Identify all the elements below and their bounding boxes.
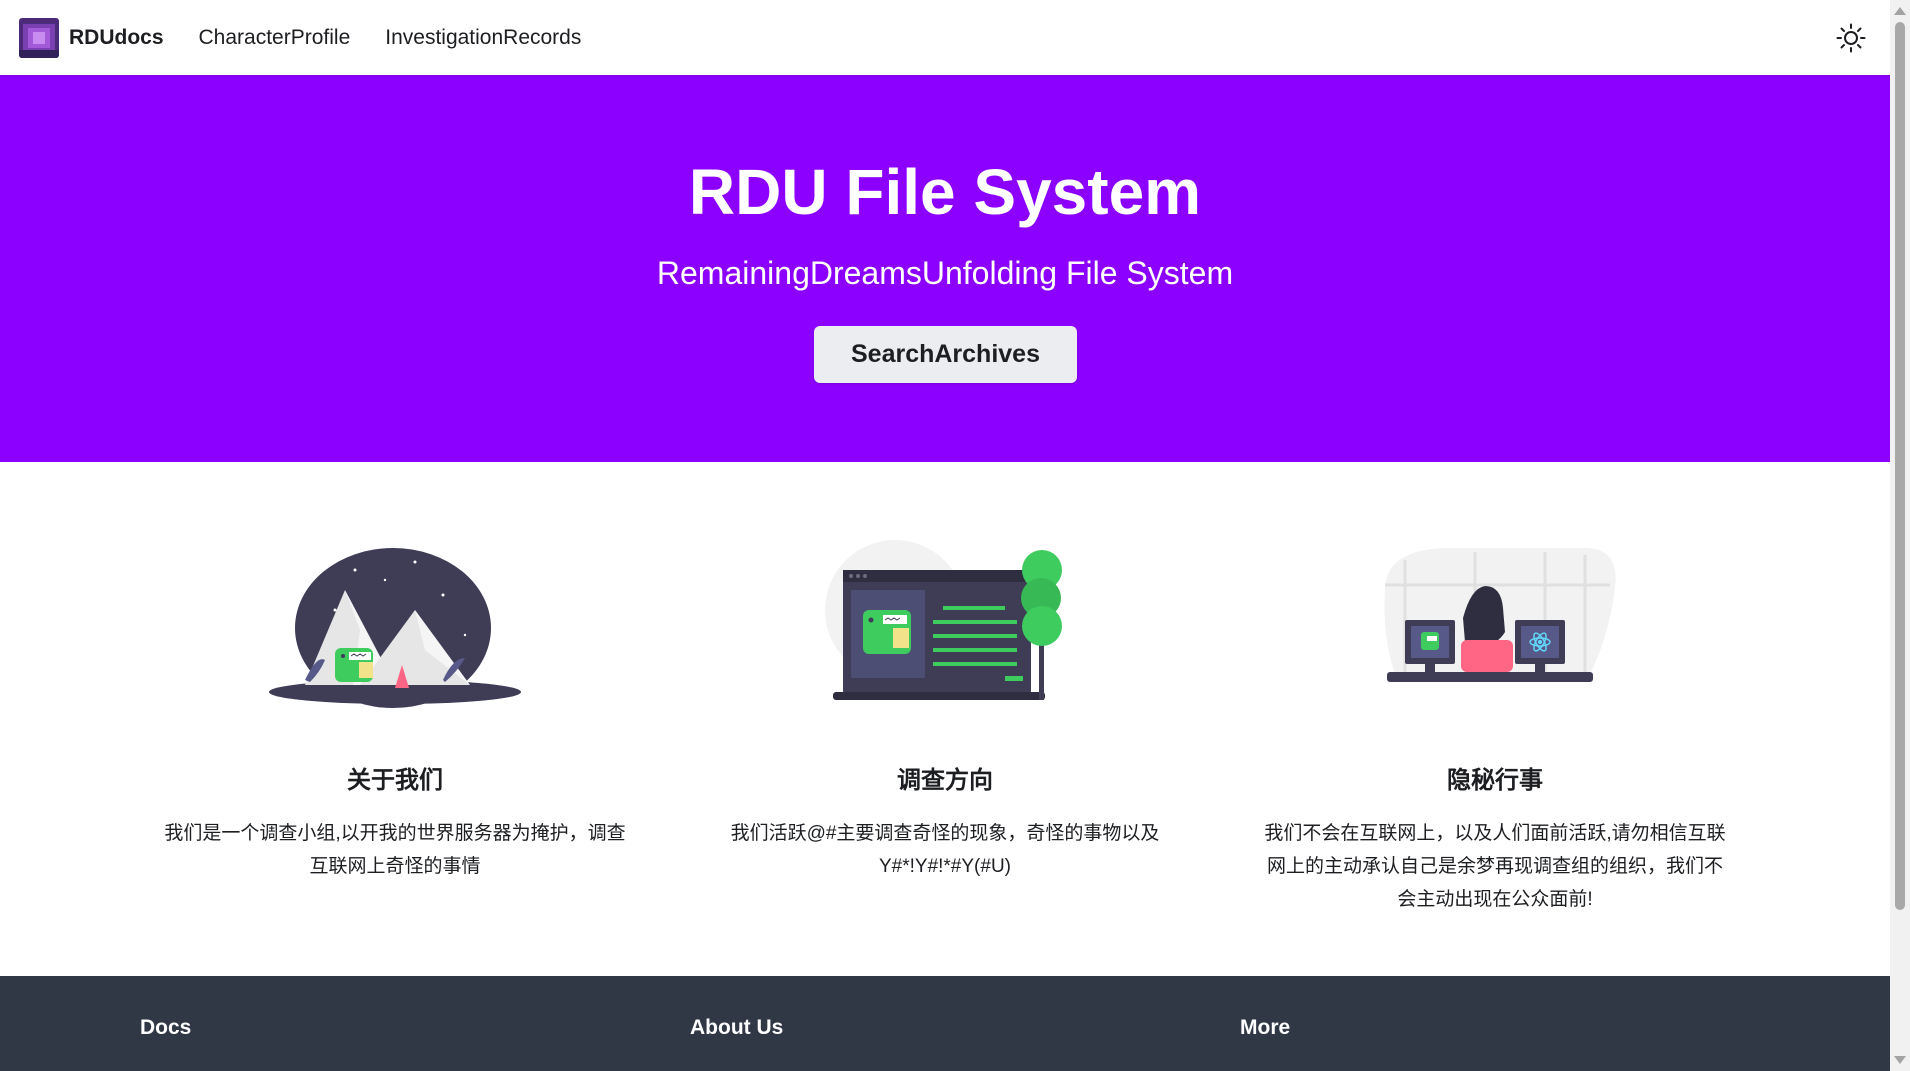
scroll-up-arrow-icon[interactable] — [1894, 7, 1906, 15]
hero-subtitle: RemainingDreamsUnfolding File System — [656, 255, 1234, 291]
feature-about-us: 关于我们 我们是一个调查小组,以开我的世界服务器为掩护，调查互联网上奇怪的事情 — [120, 540, 670, 883]
feature-title: 隐秘行事 — [1447, 767, 1543, 794]
footer-about-us-heading: About Us — [690, 1016, 784, 1039]
screen-illustration — [825, 540, 1062, 700]
nav-link-investigation-records[interactable]: InvestigationRecords — [385, 26, 581, 50]
scrollbar-thumb[interactable] — [1895, 22, 1905, 910]
hero-banner: RDU File System RemainingDreamsUnfolding… — [0, 75, 1890, 462]
page: RDUdocs CharacterProfile InvestigationRe… — [0, 0, 1890, 1071]
search-archives-button[interactable]: SearchArchives — [814, 326, 1077, 383]
mountain-illustration — [269, 548, 521, 708]
feature-title: 关于我们 — [347, 767, 443, 794]
footer-more-heading: More — [1240, 1016, 1291, 1039]
brand-title[interactable]: RDUdocs — [69, 26, 164, 50]
footer-docs-heading: Docs — [140, 1016, 192, 1039]
hero-title: RDU File System — [688, 156, 1202, 228]
navbar: RDUdocs CharacterProfile InvestigationRe… — [0, 0, 1890, 75]
sun-icon — [1836, 23, 1866, 53]
feature-act-secretly: 隐秘行事 我们不会在互联网上，以及人们面前活跃,请勿相信互联网上的主动承认自己是… — [1220, 540, 1770, 916]
workstation-illustration — [1384, 548, 1616, 682]
nav-link-character-profile[interactable]: CharacterProfile — [199, 26, 351, 50]
scroll-down-arrow-icon[interactable] — [1894, 1056, 1906, 1064]
feature-title: 调查方向 — [897, 767, 993, 794]
vertical-scrollbar[interactable] — [1890, 0, 1910, 1071]
feature-description: 我们活跃@#主要调查奇怪的现象，奇怪的事物以及Y#*!Y#!*#Y(#U) — [730, 823, 1160, 877]
feature-description: 我们不会在互联网上，以及人们面前活跃,请勿相信互联网上的主动承认自己是余梦再现调… — [1264, 823, 1726, 910]
theme-toggle-button[interactable] — [1836, 23, 1866, 53]
footer: Docs About Us More — [0, 976, 1890, 1071]
logo[interactable] — [19, 17, 59, 58]
feature-description: 我们是一个调查小组,以开我的世界服务器为掩护，调查互联网上奇怪的事情 — [164, 823, 626, 877]
feature-investigation-direction: 调查方向 我们活跃@#主要调查奇怪的现象，奇怪的事物以及Y#*!Y#!*#Y(#… — [670, 540, 1220, 883]
